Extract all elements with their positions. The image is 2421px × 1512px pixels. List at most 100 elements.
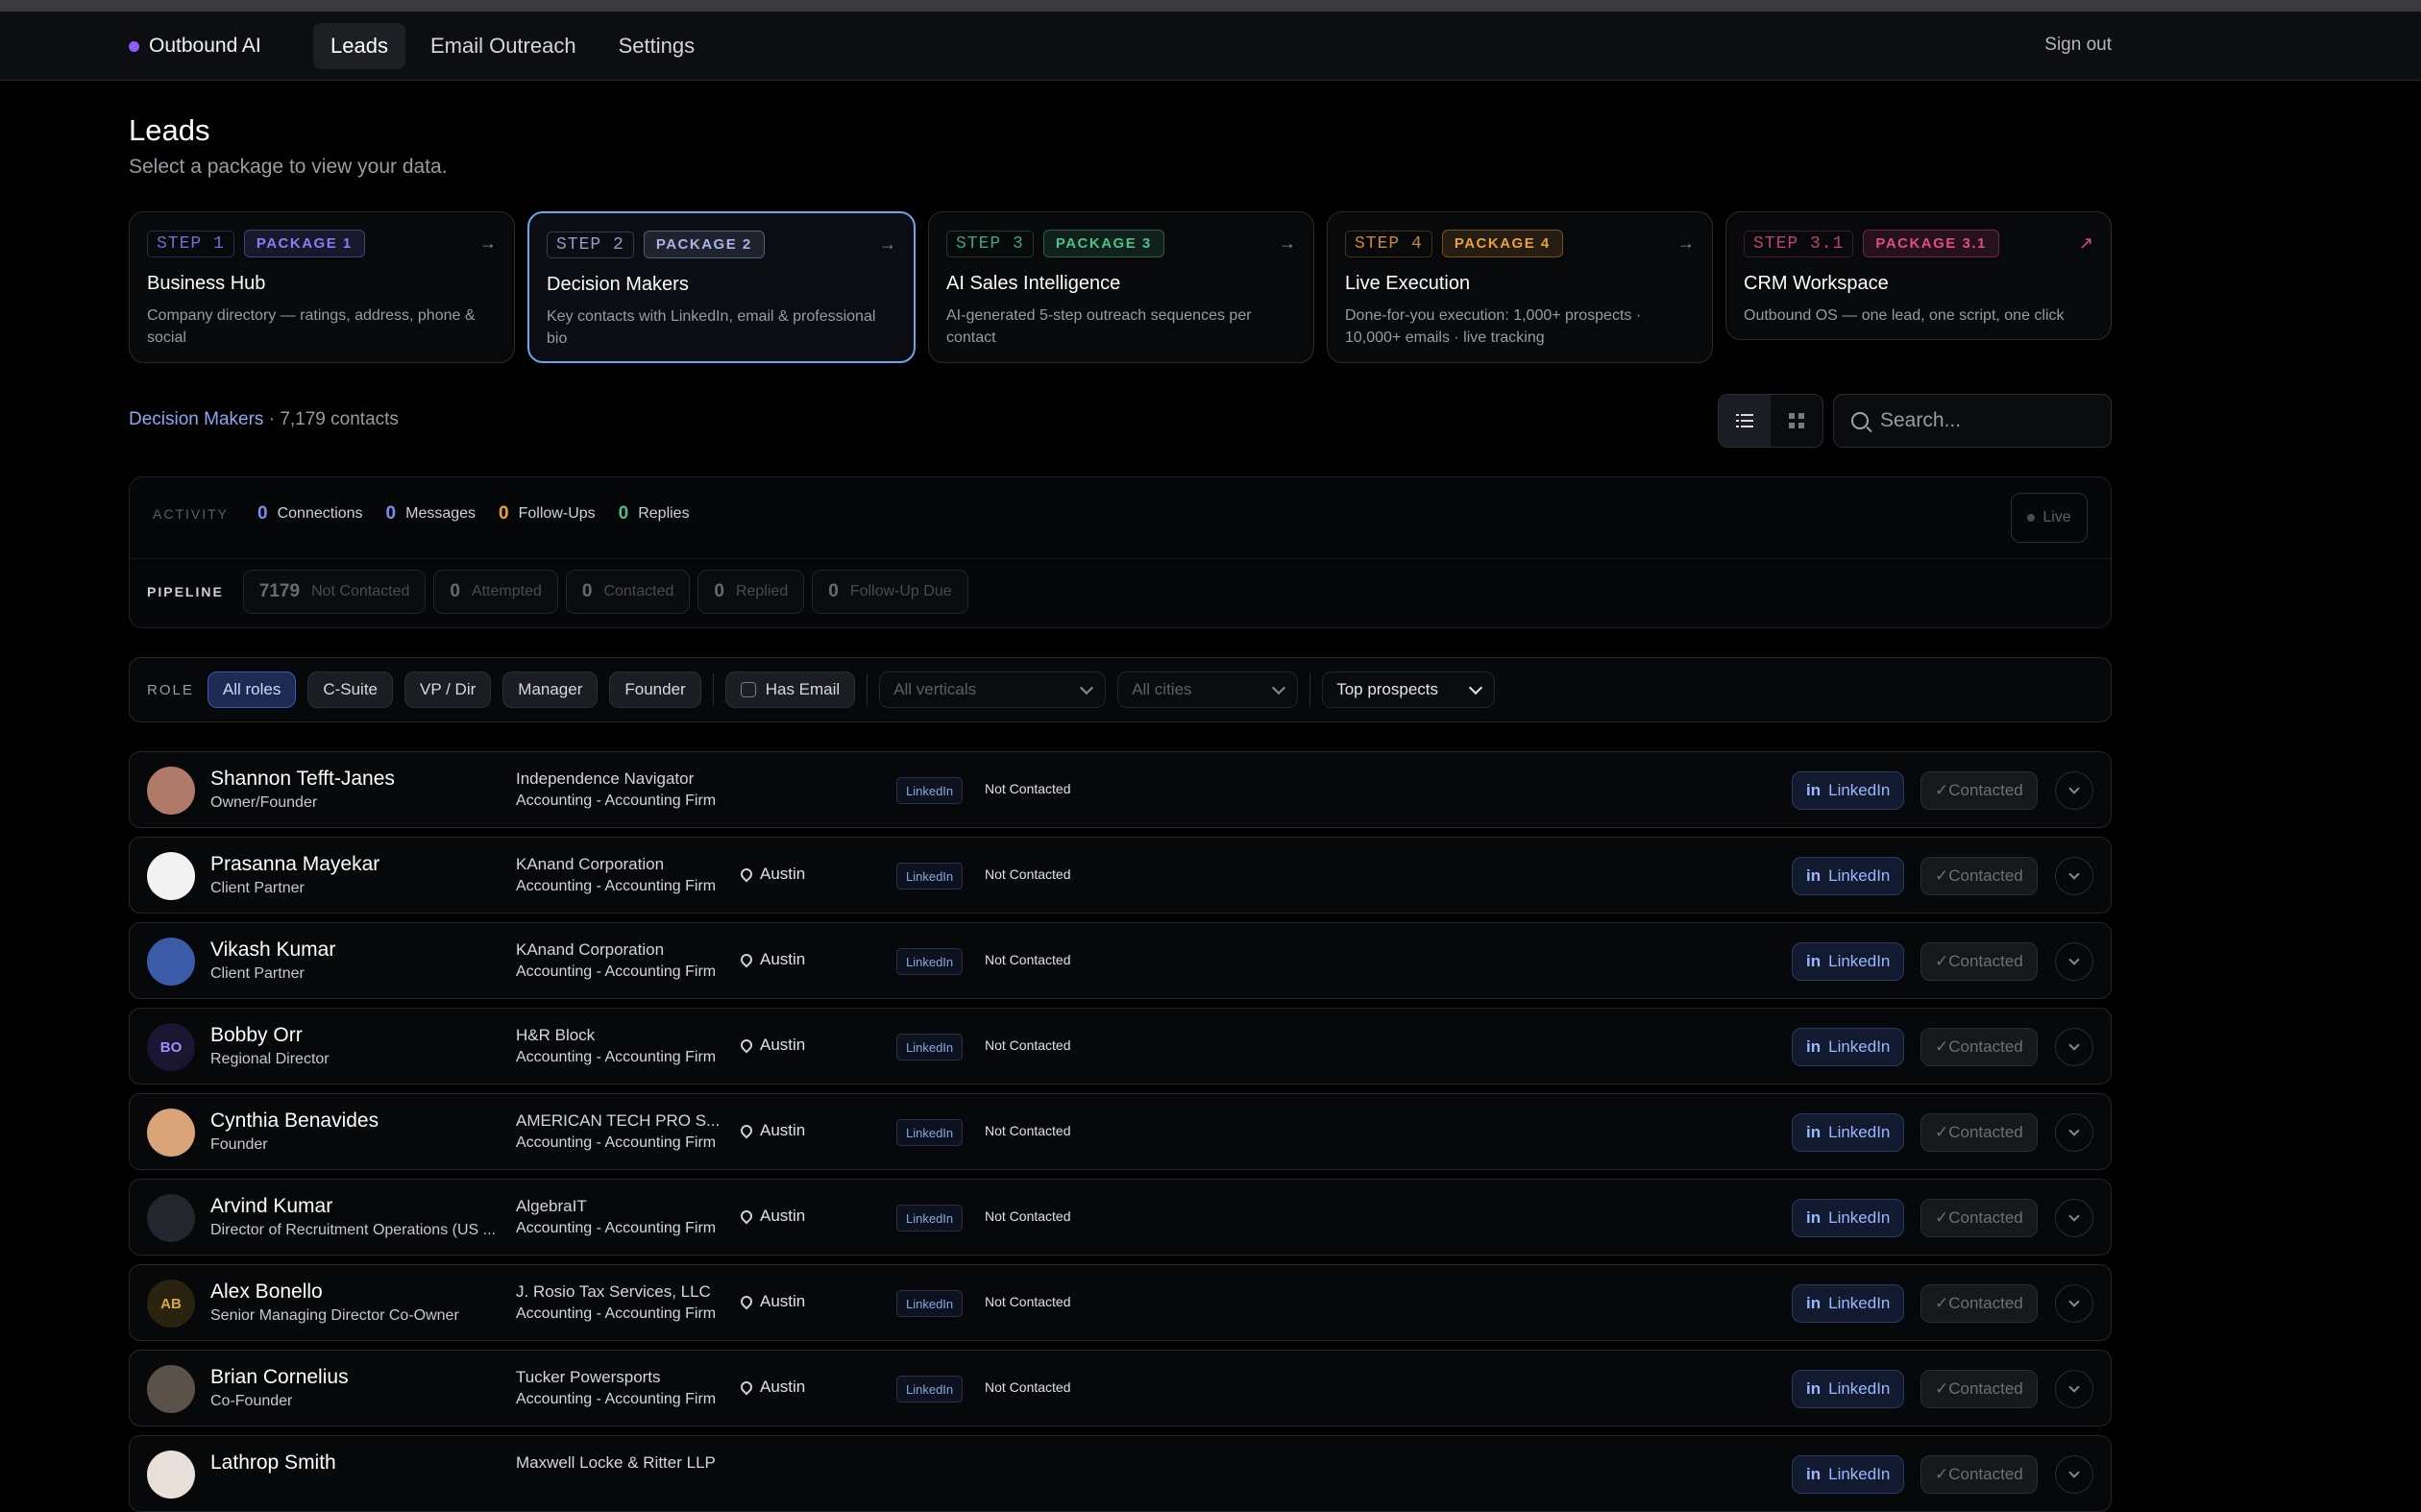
activity-count: 0	[257, 503, 268, 524]
verticals-select[interactable]: All verticals	[879, 671, 1107, 708]
expand-row-button[interactable]	[2055, 1284, 2093, 1323]
linkedin-button-label: LinkedIn	[1828, 866, 1891, 885]
linkedin-button[interactable]: in LinkedIn	[1792, 1199, 1905, 1237]
role-chip-vp-dir[interactable]: VP / Dir	[404, 671, 492, 708]
pipeline-chip[interactable]: 0 Follow-Up Due	[812, 570, 968, 614]
pipeline-chip[interactable]: 7179 Not Contacted	[242, 570, 427, 614]
chevron-down-icon	[2068, 1466, 2080, 1478]
lead-row[interactable]: BO Bobby Orr Regional Director H&R Block Acc…	[129, 1008, 2112, 1085]
pipeline-stage: Replied	[735, 583, 789, 599]
lead-role: Owner/Founder	[210, 794, 318, 811]
expand-row-button[interactable]	[2055, 771, 2093, 810]
role-chip-founder[interactable]: Founder	[609, 671, 701, 708]
linkedin-button[interactable]: in LinkedIn	[1792, 1284, 1905, 1323]
lead-industry: Accounting - Accounting Firm	[516, 1391, 717, 1407]
avatar	[147, 852, 195, 900]
chevron-down-icon	[2068, 867, 2080, 880]
section-label: Decision Makers · 7,179 contacts	[129, 409, 399, 430]
package-card[interactable]: STEP 1 PACKAGE 1 → Business Hub Company dire…	[129, 211, 515, 363]
mark-contacted-button[interactable]: ✓Contacted	[1920, 1455, 2038, 1494]
expand-row-button[interactable]	[2055, 857, 2093, 895]
mark-contacted-button[interactable]: ✓Contacted	[1920, 1370, 2038, 1408]
mark-contacted-button[interactable]: ✓Contacted	[1920, 942, 2038, 981]
expand-row-button[interactable]	[2055, 1028, 2093, 1066]
expand-row-button[interactable]	[2055, 1113, 2093, 1152]
expand-row-button[interactable]	[2055, 1370, 2093, 1408]
expand-row-button[interactable]	[2055, 1455, 2093, 1494]
contact-count: · 7,179 contacts	[268, 409, 399, 429]
pipeline-chip[interactable]: 0 Replied	[697, 570, 805, 614]
lead-name: Vikash Kumar	[210, 939, 336, 961]
package-card[interactable]: STEP 3.1 PACKAGE 3.1 ↗ CRM Workspace Outboun…	[1725, 211, 2112, 340]
role-chip-all[interactable]: All roles	[207, 671, 297, 708]
nav-link-leads[interactable]: Leads	[313, 23, 405, 69]
activity-stat-label: Connections	[277, 505, 363, 522]
linkedin-button[interactable]: in LinkedIn	[1792, 1455, 1905, 1494]
arrow-right-icon: →	[1279, 233, 1296, 253]
linkedin-icon: in	[1806, 1037, 1822, 1056]
lead-role: Founder	[210, 1136, 268, 1153]
city-name: Austin	[760, 950, 806, 968]
role-chip-manager[interactable]: Manager	[502, 671, 599, 708]
nav-link-email-outreach[interactable]: Email Outreach	[413, 23, 594, 69]
linkedin-icon: in	[1806, 952, 1822, 970]
pipeline-chip[interactable]: 0 Attempted	[433, 570, 558, 614]
city-name: Austin	[760, 1121, 806, 1139]
location-pin-icon	[738, 1122, 755, 1139]
lead-row[interactable]: Prasanna Mayekar Client Partner KAnand Cor…	[129, 837, 2112, 914]
linkedin-button-label: LinkedIn	[1828, 1465, 1891, 1483]
lead-industry: Accounting - Accounting Firm	[516, 1220, 717, 1236]
linkedin-button[interactable]: in LinkedIn	[1792, 857, 1905, 895]
package-tags: STEP 4 PACKAGE 4	[1345, 230, 1695, 257]
lead-row[interactable]: Arvind Kumar Director of Recruitment Oper…	[129, 1179, 2112, 1256]
package-badge: PACKAGE 1	[243, 230, 365, 257]
mark-contacted-button[interactable]: ✓Contacted	[1920, 1113, 2038, 1152]
linkedin-button[interactable]: in LinkedIn	[1792, 1113, 1905, 1152]
lead-status: Not Contacted	[985, 1037, 1071, 1053]
lead-industry: Accounting - Accounting Firm	[516, 1049, 717, 1065]
package-tags: STEP 2 PACKAGE 2	[547, 231, 896, 258]
activity-stat-label: Replies	[638, 505, 690, 522]
list-view-button[interactable]	[1719, 395, 1771, 447]
search-input[interactable]: Search...	[1833, 394, 2112, 448]
sort-select[interactable]: Top prospects	[1322, 671, 1496, 708]
expand-row-button[interactable]	[2055, 942, 2093, 981]
linkedin-button[interactable]: in LinkedIn	[1792, 771, 1905, 810]
external-link-icon: ↗	[2078, 233, 2093, 253]
linkedin-icon: in	[1806, 1379, 1822, 1398]
linkedin-button[interactable]: in LinkedIn	[1792, 1028, 1905, 1066]
mark-contacted-button[interactable]: ✓Contacted	[1920, 1199, 2038, 1237]
lead-row[interactable]: Shannon Tefft-Janes Owner/Founder Independ…	[129, 751, 2112, 828]
avatar: AB	[147, 1280, 195, 1328]
linkedin-button[interactable]: in LinkedIn	[1792, 1370, 1905, 1408]
lead-row[interactable]: Vikash Kumar Client Partner KAnand Corpora…	[129, 922, 2112, 999]
live-indicator[interactable]: Live	[2011, 493, 2088, 543]
package-card[interactable]: STEP 3 PACKAGE 3 → AI Sales Intelligence AI-…	[928, 211, 1314, 363]
mark-contacted-button[interactable]: ✓Contacted	[1920, 1284, 2038, 1323]
package-card[interactable]: STEP 4 PACKAGE 4 → Live Execution Done-for-y…	[1327, 211, 1713, 363]
lead-row[interactable]: AB Alex Bonello Senior Managing Director C…	[129, 1264, 2112, 1341]
sign-out-link[interactable]: Sign out	[2044, 35, 2112, 56]
cities-select[interactable]: All cities	[1117, 671, 1299, 708]
mark-contacted-button[interactable]: ✓Contacted	[1920, 771, 2038, 810]
grid-view-button[interactable]	[1771, 395, 1822, 447]
linkedin-icon: in	[1806, 1123, 1822, 1141]
has-email-checkbox[interactable]	[740, 682, 756, 697]
mark-contacted-button[interactable]: ✓Contacted	[1920, 857, 2038, 895]
package-card[interactable]: STEP 2 PACKAGE 2 → Decision Makers Key conta…	[527, 211, 916, 363]
lead-city: Austin	[738, 1207, 805, 1226]
expand-row-button[interactable]	[2055, 1199, 2093, 1237]
pipeline-stage: Not Contacted	[311, 583, 410, 599]
has-email-toggle[interactable]: Has Email	[724, 671, 856, 708]
lead-row[interactable]: Brian Cornelius Co-Founder Tucker Powerspo…	[129, 1350, 2112, 1427]
lead-row[interactable]: Lathrop Smith Maxwell Locke & Ritter LLP i…	[129, 1435, 2112, 1512]
search-icon	[1851, 412, 1869, 429]
chevron-down-icon	[2068, 1038, 2080, 1051]
pipeline-chip[interactable]: 0 Contacted	[565, 570, 691, 614]
linkedin-button[interactable]: in LinkedIn	[1792, 942, 1905, 981]
lead-row[interactable]: Cynthia Benavides Founder AMERICAN TECH PR…	[129, 1093, 2112, 1170]
nav-link-settings[interactable]: Settings	[601, 23, 713, 69]
brand[interactable]: Outbound AI	[129, 35, 261, 58]
role-chip-c-suite[interactable]: C-Suite	[307, 671, 394, 708]
mark-contacted-button[interactable]: ✓Contacted	[1920, 1028, 2038, 1066]
